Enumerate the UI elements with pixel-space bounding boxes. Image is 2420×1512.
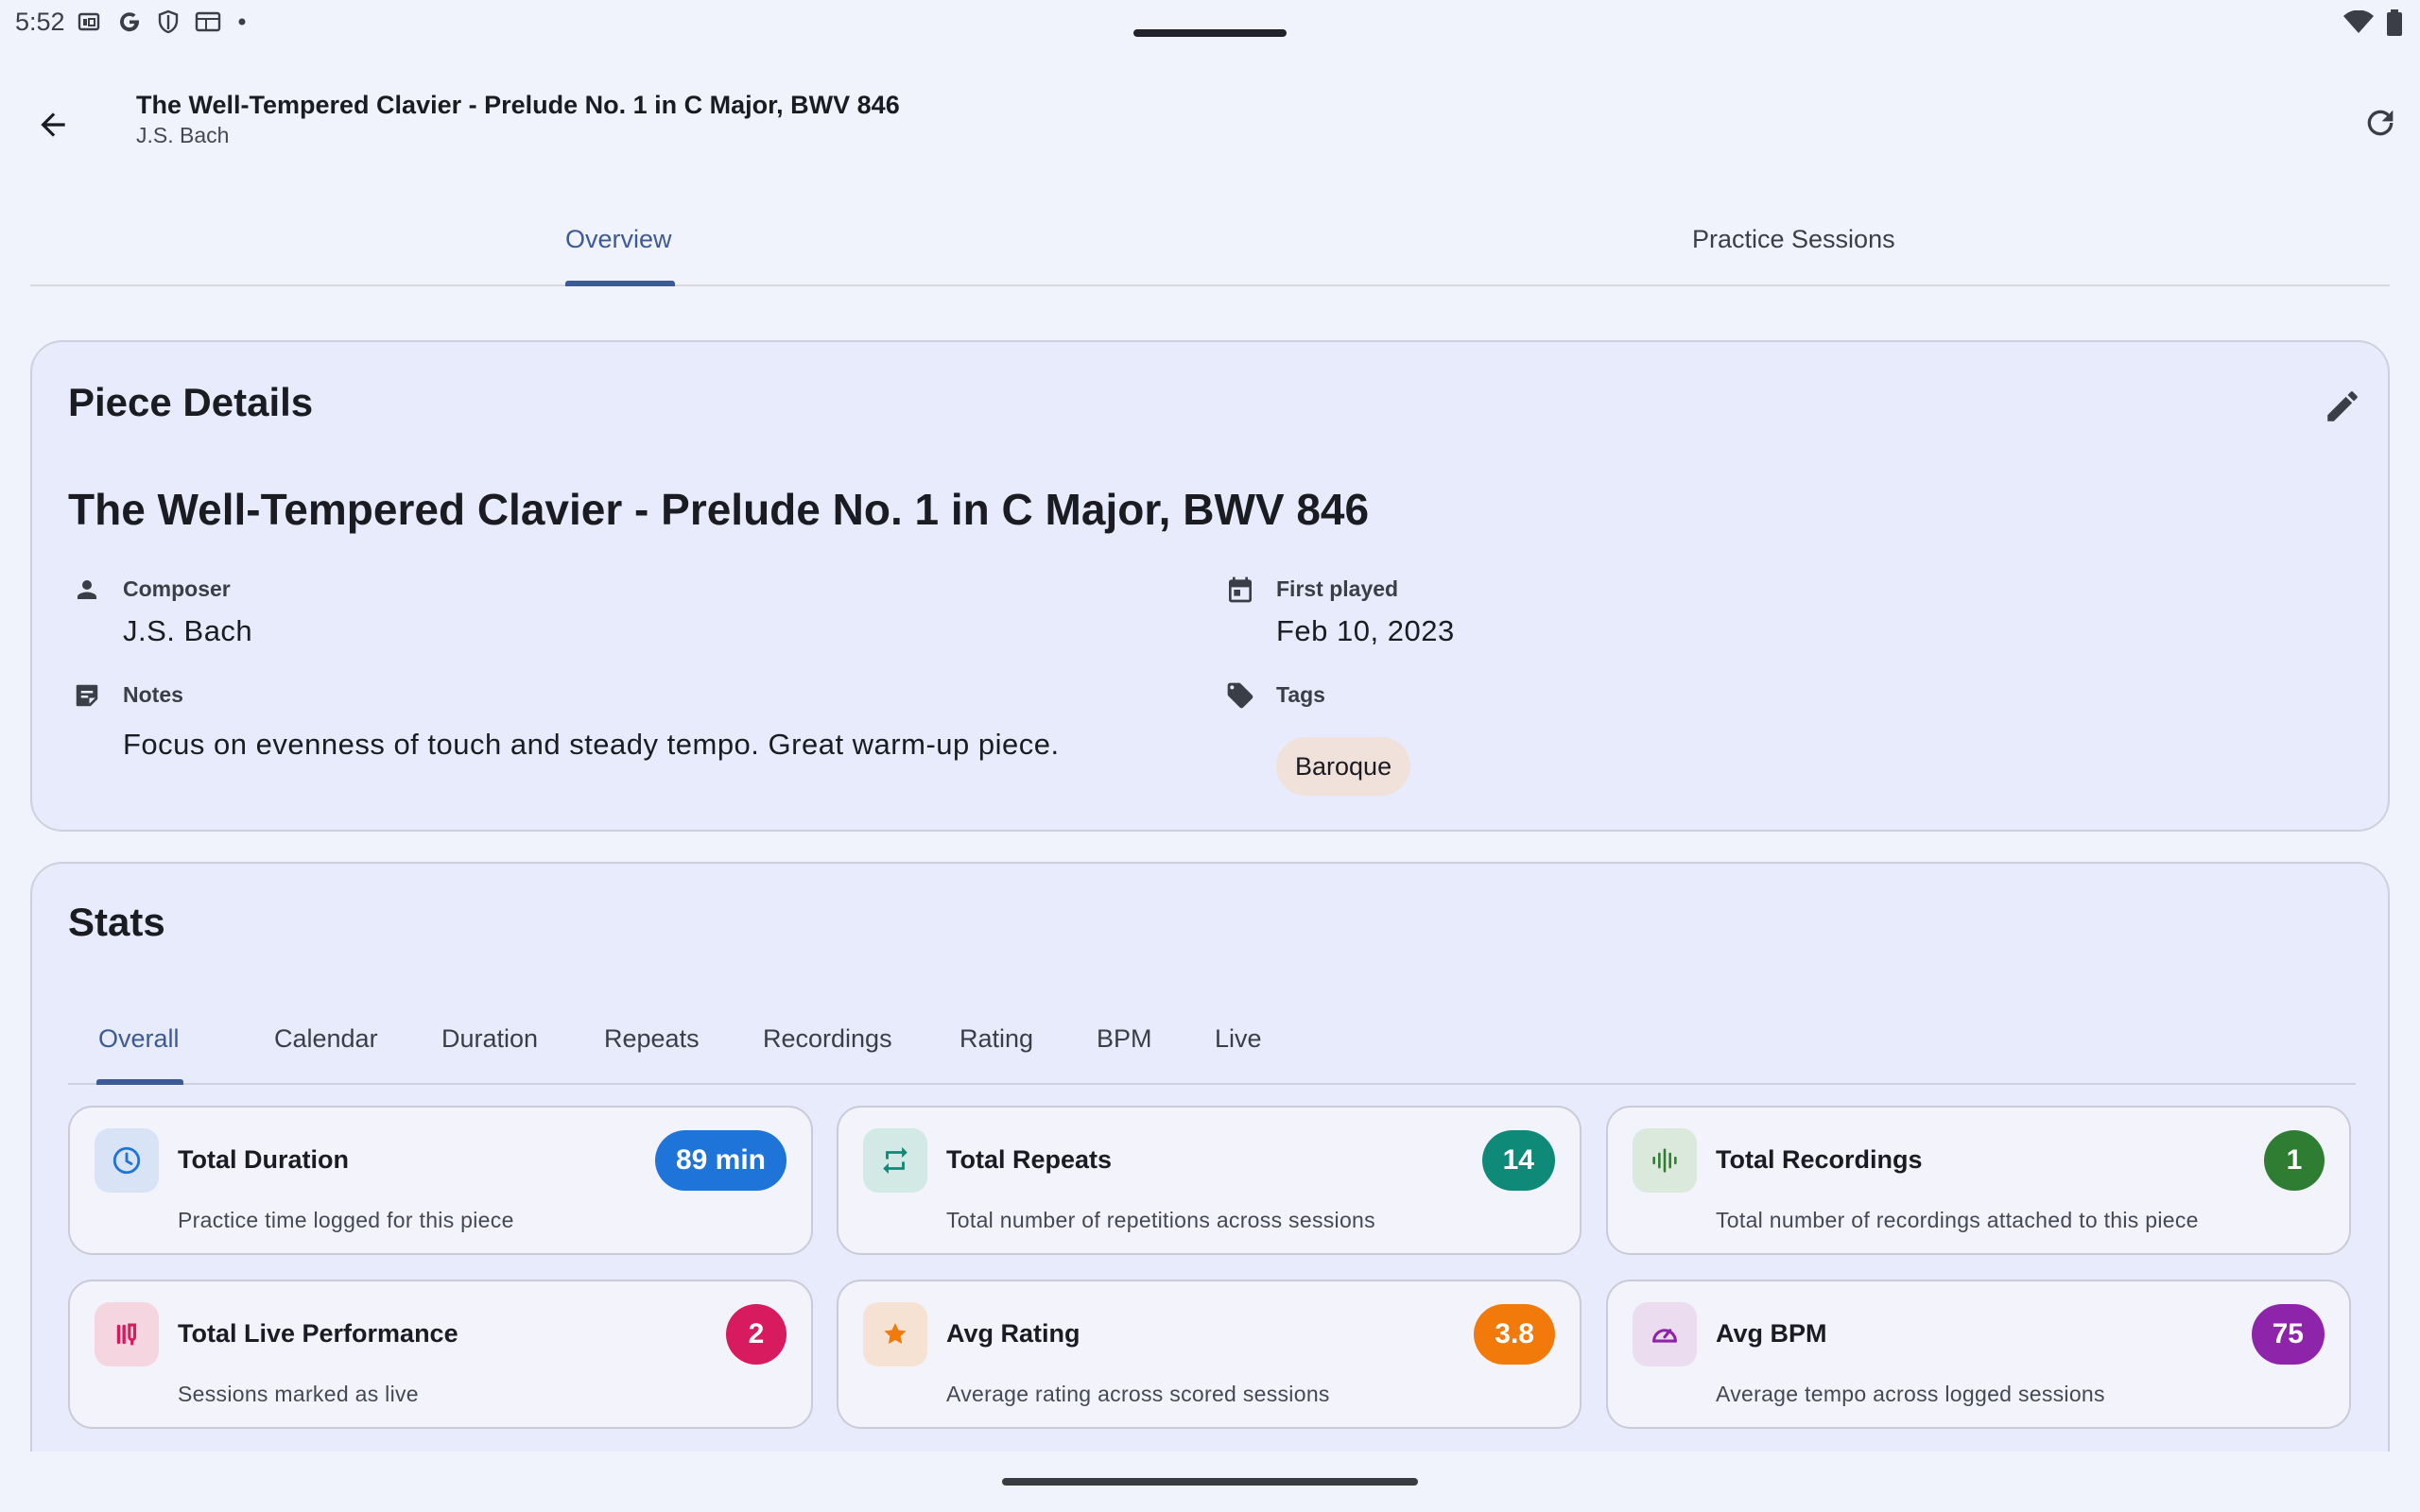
notes-label: Notes: [123, 682, 183, 707]
microphone-icon: [95, 1302, 159, 1366]
stat-tile-total-live-performance: Total Live Performance Sessions marked a…: [68, 1280, 813, 1429]
stat-title: Total Repeats: [946, 1145, 1113, 1174]
stat-description: Sessions marked as live: [178, 1382, 419, 1406]
composer-value: J.S. Bach: [123, 614, 253, 647]
stat-description: Practice time logged for this piece: [178, 1208, 514, 1232]
stat-tile-total-duration: Total Duration Practice time logged for …: [68, 1106, 813, 1255]
battery-icon: [2387, 9, 2402, 36]
first-played-label: First played: [1276, 576, 1399, 601]
stats-tabs: Overall Calendar Duration Repeats Record…: [68, 996, 2356, 1085]
shield-icon: [158, 9, 179, 34]
google-icon: [120, 12, 140, 32]
refresh-button[interactable]: [2352, 94, 2409, 151]
tab-overview[interactable]: Overview: [565, 225, 672, 254]
speedometer-icon: [1633, 1302, 1697, 1366]
gesture-handle[interactable]: [1002, 1478, 1418, 1486]
app-bar: The Well-Tempered Clavier - Prelude No. …: [0, 76, 2420, 170]
stats-tab-live[interactable]: Live: [1215, 1024, 1262, 1054]
clock-icon: [95, 1128, 159, 1193]
app-title: The Well-Tempered Clavier - Prelude No. …: [136, 91, 900, 119]
stats-tab-duration[interactable]: Duration: [441, 1024, 538, 1054]
notes-value: Focus on evenness of touch and steady te…: [123, 728, 1060, 761]
back-button[interactable]: [25, 96, 81, 153]
pencil-icon: [2327, 391, 2358, 421]
stats-tab-calendar[interactable]: Calendar: [274, 1024, 378, 1054]
tag-chip-baroque[interactable]: Baroque: [1276, 737, 1411, 796]
piece-title: The Well-Tempered Clavier - Prelude No. …: [68, 485, 1370, 534]
edit-button[interactable]: [2308, 372, 2377, 440]
stats-tab-indicator: [96, 1079, 183, 1085]
stat-title: Total Recordings: [1716, 1145, 1923, 1174]
composer-field: Composer J.S. Bach: [70, 573, 1110, 658]
tab-indicator: [565, 281, 675, 286]
stat-tile-total-recordings: Total Recordings Total number of recordi…: [1606, 1106, 2351, 1255]
stat-title: Total Live Performance: [178, 1319, 458, 1348]
stat-title: Avg BPM: [1716, 1319, 1827, 1348]
stat-value-badge: 3.8: [1474, 1304, 1555, 1365]
stat-tile-total-repeats: Total Repeats Total number of repetition…: [837, 1106, 1582, 1255]
app-subtitle: J.S. Bach: [136, 123, 230, 147]
stat-title: Total Duration: [178, 1145, 349, 1174]
stat-value-badge: 2: [726, 1304, 786, 1365]
stats-card: Stats Overall Calendar Duration Repeats …: [30, 862, 2390, 1512]
stat-value-badge: 14: [1481, 1130, 1555, 1191]
stat-description: Average rating across scored sessions: [946, 1382, 1330, 1406]
calendar-today-icon: [1223, 573, 1257, 607]
piece-details-card: Piece Details The Well-Tempered Clavier …: [30, 340, 2390, 832]
status-system-icons: [2342, 9, 2403, 36]
arrow-back-icon: [41, 112, 65, 137]
stats-tab-overall[interactable]: Overall: [98, 1024, 180, 1054]
tab-practice-sessions[interactable]: Practice Sessions: [1692, 225, 1895, 254]
stat-title: Avg Rating: [946, 1319, 1080, 1348]
stats-tab-repeats[interactable]: Repeats: [604, 1024, 700, 1054]
storage-icon: [78, 12, 100, 31]
tag-icon: [1223, 679, 1257, 713]
status-bar: 5:52: [0, 0, 2420, 45]
status-time: 5:52: [15, 8, 65, 36]
tags-field: Tags: [1223, 679, 1790, 735]
stat-description: Total number of recordings attached to t…: [1716, 1208, 2199, 1232]
stats-heading: Stats: [68, 900, 165, 944]
stat-value-badge: 1: [2264, 1130, 2325, 1191]
stat-description: Average tempo across logged sessions: [1716, 1382, 2105, 1406]
calendar-icon: [195, 11, 221, 32]
stats-tab-rating[interactable]: Rating: [959, 1024, 1033, 1054]
refresh-icon: [2367, 110, 2394, 136]
repeat-icon: [863, 1128, 927, 1193]
audio-wave-icon: [1633, 1128, 1697, 1193]
stats-tab-recordings[interactable]: Recordings: [763, 1024, 892, 1054]
stat-description: Total number of repetitions across sessi…: [946, 1208, 1375, 1232]
star-icon: [863, 1302, 927, 1366]
person-icon: [70, 573, 104, 607]
wifi-icon: [2343, 10, 2374, 33]
stat-value-badge: 89 min: [654, 1130, 786, 1191]
first-played-value: Feb 10, 2023: [1276, 614, 1455, 647]
status-notification-icons: [78, 9, 248, 34]
piece-details-heading: Piece Details: [68, 380, 314, 424]
camera-pill: [1133, 29, 1287, 37]
notes-icon: [70, 679, 104, 713]
stat-tile-avg-rating: Avg Rating Average rating across scored …: [837, 1280, 1582, 1429]
composer-label: Composer: [123, 576, 231, 601]
tags-label: Tags: [1276, 682, 1325, 707]
dot-icon: [238, 18, 246, 26]
stat-tile-avg-bpm: Avg BPM Average tempo across logged sess…: [1606, 1280, 2351, 1429]
stats-tab-bpm[interactable]: BPM: [1097, 1024, 1152, 1054]
main-tabs: Overview Practice Sessions: [30, 198, 2390, 286]
notes-field: Notes Focus on evenness of touch and ste…: [70, 679, 1204, 773]
stat-value-badge: 75: [2251, 1304, 2325, 1365]
first-played-field: First played Feb 10, 2023: [1223, 573, 2074, 658]
